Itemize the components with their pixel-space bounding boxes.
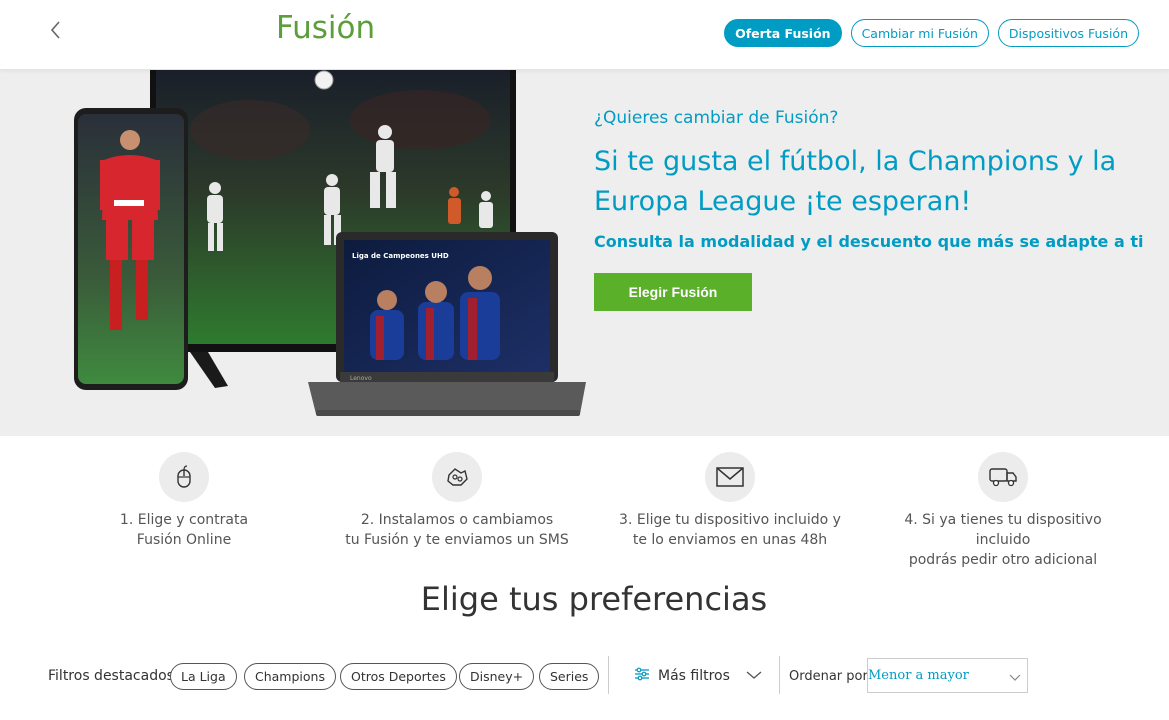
header-nav: Oferta Fusión Cambiar mi Fusión Disposit… [724,19,1139,47]
filter-chip-disney[interactable]: Disney+ [459,663,535,690]
hero-subheadline: Consulta la modalidad y el descuento que… [594,232,1144,251]
filters-divider [608,656,609,694]
more-filters-label: Más filtros [658,668,730,684]
step-3: 3. Elige tu dispositivo incluido y te lo … [610,452,850,550]
filter-chip-otros-deportes[interactable]: Otros Deportes [340,663,457,690]
sliders-icon [634,667,650,685]
top-header: Fusión Oferta Fusión Cambiar mi Fusión D… [0,0,1169,70]
filters-bar: Filtros destacados La Liga Champions Otr… [48,656,1148,694]
step-1-text: 1. Elige y contrata Fusión Online [119,512,249,548]
chevron-down-icon [746,668,762,684]
mouse-icon [159,452,209,502]
sort-select-value: Menor a mayor [868,668,969,683]
preferences-title: Elige tus preferencias [420,580,768,618]
installation-icon [432,452,482,502]
back-arrow-icon[interactable] [44,18,68,42]
step-2: 2. Instalamos o cambiamos tu Fusión y te … [337,452,577,550]
step-1: 1. Elige y contrata Fusión Online [64,452,304,550]
filter-chip-series[interactable]: Series [539,663,600,690]
step-2-text: 2. Instalamos o cambiamos tu Fusión y te … [345,512,569,548]
step-4-text: 4. Si ya tienes tu dispositivo incluido p… [904,512,1102,568]
hero-banner: Liga de Campeones UHD Lenovo ¿Quieres ca… [0,70,1169,436]
page-title: Fusión [276,10,376,46]
laptop-screen-caption: Liga de Campeones UHD [352,252,449,260]
delivery-truck-icon [978,452,1028,502]
laptop-brand-label: Lenovo [350,375,372,382]
step-4: 4. Si ya tienes tu dispositivo incluido p… [883,452,1123,570]
select-chevron-icon [1009,671,1021,686]
tab-oferta-fusion[interactable]: Oferta Fusión [724,19,842,47]
sort-select[interactable]: Menor a mayor [867,658,1028,693]
choose-fusion-button[interactable]: Elegir Fusión [594,273,752,311]
tab-cambiar-mi-fusion[interactable]: Cambiar mi Fusión [850,19,989,47]
step-3-text: 3. Elige tu dispositivo incluido y te lo … [619,512,841,548]
featured-filters-label: Filtros destacados [48,668,174,684]
more-filters-button[interactable]: Más filtros [634,662,762,690]
filter-chip-la-liga[interactable]: La Liga [170,663,237,690]
sort-label: Ordenar por: [789,669,872,684]
hero-question: ¿Quieres cambiar de Fusión? [594,108,839,128]
devices-illustration: Liga de Campeones UHD Lenovo [74,70,586,416]
tab-dispositivos-fusion[interactable]: Dispositivos Fusión [997,19,1139,47]
envelope-icon [705,452,755,502]
steps-section: 1. Elige y contrata Fusión Online 2. Inst… [0,436,1169,568]
hero-headline: Si te gusta el fútbol, la Champions y la… [594,146,1117,217]
filter-chip-champions[interactable]: Champions [244,663,336,690]
sort-divider [779,656,780,694]
